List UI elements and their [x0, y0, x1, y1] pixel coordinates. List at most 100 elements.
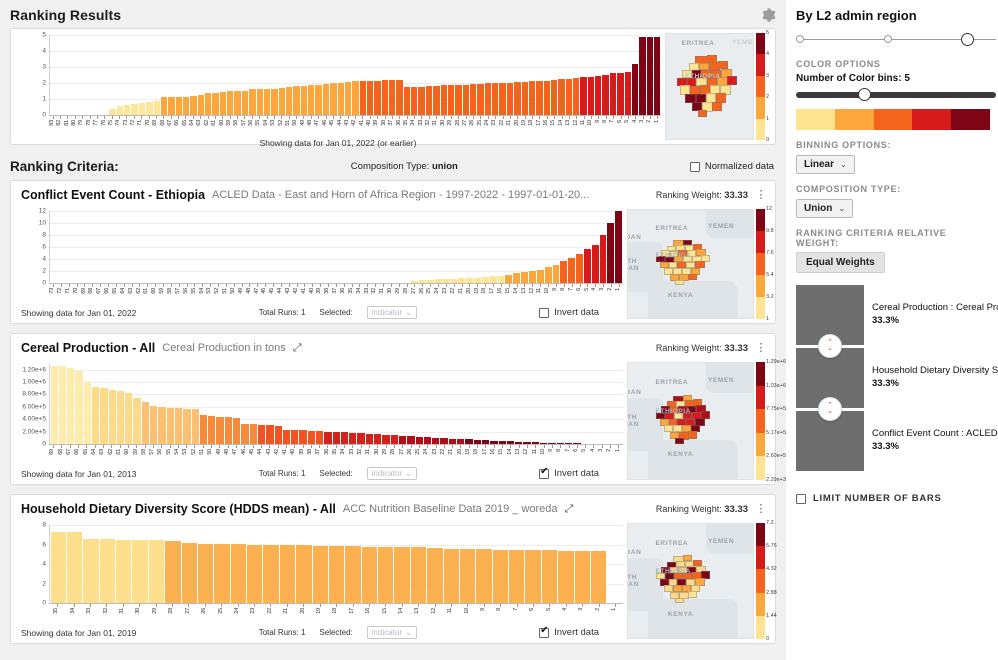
bar[interactable] [443, 548, 459, 603]
bar[interactable] [257, 424, 266, 444]
bar[interactable] [208, 416, 216, 444]
bar[interactable] [227, 91, 234, 115]
bar[interactable] [83, 538, 99, 603]
criterion-menu-button[interactable]: ⋮ [755, 504, 767, 514]
bar[interactable] [165, 541, 181, 603]
bar[interactable] [216, 416, 224, 444]
bar[interactable] [573, 78, 580, 115]
bar[interactable] [492, 83, 499, 115]
bar[interactable] [574, 550, 590, 603]
bar[interactable] [332, 431, 340, 444]
bar[interactable] [312, 545, 328, 603]
bar[interactable] [366, 81, 374, 115]
bar[interactable] [543, 80, 550, 115]
weight-stack[interactable]: ⌃ ⌄ ⌃ ⌄ Cereal Production : Cereal Proc 33… [796, 285, 998, 475]
bar[interactable] [271, 88, 278, 115]
bar[interactable] [576, 254, 583, 283]
bar[interactable] [378, 546, 394, 603]
bar[interactable] [394, 547, 410, 603]
bar[interactable] [116, 106, 124, 115]
palette-swatch[interactable] [912, 109, 952, 130]
weight-handle-2[interactable]: ⌃ ⌄ [818, 397, 842, 421]
bar[interactable] [100, 388, 108, 444]
criterion-selected-select[interactable]: indicator ⌄ [366, 626, 417, 639]
normalized-data-toggle[interactable]: Normalized data [689, 161, 774, 172]
bar[interactable] [396, 79, 403, 115]
bar[interactable] [514, 82, 521, 115]
bar[interactable] [607, 223, 615, 283]
bar[interactable] [469, 84, 477, 115]
bar[interactable] [214, 543, 230, 603]
bar[interactable] [230, 544, 246, 603]
bar[interactable] [58, 366, 67, 444]
bar[interactable] [382, 434, 390, 444]
bar[interactable] [536, 81, 543, 115]
bar[interactable] [91, 386, 100, 444]
palette-swatch[interactable] [951, 109, 990, 130]
bar[interactable] [50, 532, 66, 603]
criterion-minimap[interactable]: ERITREA YEMEN ETHIOPIA KENYA DAN JTH DAN 7.2 5.… [627, 519, 777, 643]
bar[interactable] [315, 84, 322, 115]
bar[interactable] [506, 82, 514, 115]
palette-swatch[interactable] [796, 109, 835, 130]
bar[interactable] [541, 550, 558, 603]
normalized-data-checkbox[interactable] [689, 161, 700, 172]
bar[interactable] [591, 244, 599, 283]
bar[interactable] [132, 539, 148, 603]
bar[interactable] [646, 36, 653, 115]
bar[interactable] [525, 550, 541, 603]
bar[interactable] [83, 382, 91, 444]
bar[interactable] [67, 367, 75, 444]
bar[interactable] [293, 86, 300, 115]
bar[interactable] [278, 88, 285, 115]
invert-data-checkbox[interactable] [539, 467, 550, 479]
bar[interactable] [433, 85, 440, 115]
invert-data-toggle[interactable]: Invert data [539, 467, 599, 479]
bar[interactable] [324, 431, 332, 444]
bar[interactable] [497, 275, 505, 283]
bar[interactable] [116, 539, 132, 603]
map-thumbnail[interactable]: ERITREA ETHIOPIA YEMEN [665, 33, 754, 140]
bar[interactable] [595, 75, 602, 115]
bar[interactable] [528, 81, 536, 115]
bar[interactable] [50, 366, 58, 444]
bar[interactable] [580, 77, 587, 115]
bar[interactable] [390, 435, 398, 444]
bar[interactable] [241, 90, 249, 115]
bar[interactable] [224, 416, 233, 444]
bar[interactable] [345, 546, 361, 603]
bar[interactable] [316, 430, 324, 444]
bar[interactable] [403, 87, 411, 115]
binning-options-select[interactable]: Linear ⌄ [796, 155, 855, 174]
criterion-chart[interactable]: 0 2 4 6 8 10 12 73 72 71 70 69 68 67 66 65 64 63 62 61 60 59 5… [11, 205, 627, 323]
criterion-selected-select[interactable]: indicator ⌄ [366, 306, 417, 319]
bar[interactable] [308, 85, 315, 115]
bar[interactable] [415, 436, 423, 444]
step-dot-1[interactable] [796, 35, 804, 43]
bar[interactable] [427, 548, 443, 603]
bar[interactable] [476, 549, 492, 603]
invert-data-toggle[interactable]: Invert data [539, 307, 599, 318]
bar[interactable] [133, 398, 141, 444]
bar[interactable] [296, 545, 312, 603]
bar[interactable] [615, 211, 623, 283]
invert-data-toggle[interactable]: Invert data [539, 626, 599, 638]
equal-weights-button[interactable]: Equal Weights [796, 252, 885, 273]
bar[interactable] [499, 83, 506, 115]
map-region[interactable] [688, 431, 697, 439]
bar[interactable] [279, 545, 296, 603]
bar[interactable] [190, 96, 197, 115]
bar[interactable] [365, 433, 374, 444]
bar[interactable] [199, 414, 208, 444]
palette-swatch[interactable] [873, 109, 913, 130]
bar[interactable] [219, 91, 227, 115]
bar[interactable] [558, 550, 574, 603]
bar[interactable] [337, 82, 344, 115]
bar[interactable] [183, 408, 191, 444]
bar[interactable] [440, 85, 447, 115]
bar[interactable] [447, 84, 455, 115]
bar[interactable] [148, 540, 165, 603]
bar[interactable] [381, 80, 389, 115]
step-dot-2[interactable] [884, 35, 892, 43]
bar[interactable] [166, 408, 174, 444]
